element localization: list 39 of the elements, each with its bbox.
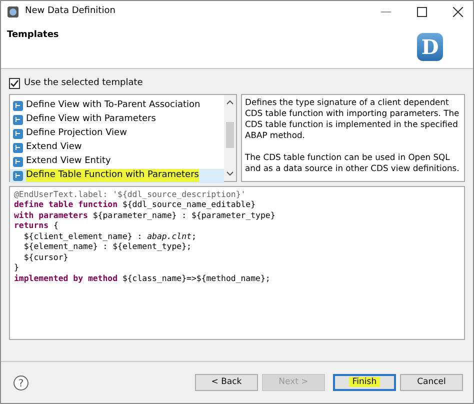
scrollbar[interactable] [224, 94, 236, 180]
wizard-button[interactable]: Finish [333, 374, 396, 391]
app-icon [7, 6, 19, 18]
template-icon [13, 128, 23, 138]
page-title: Templates [7, 29, 59, 42]
template-icon [13, 142, 23, 152]
template-item[interactable]: Define View with To-Parent Association [10, 98, 224, 112]
wizard-button[interactable]: Cancel [400, 374, 463, 391]
code-line: } [14, 262, 20, 272]
template-item[interactable]: Define Table Function with Parameters [10, 168, 224, 182]
template-icon [13, 170, 23, 180]
help-icon[interactable]: ? [13, 374, 29, 390]
code-line: implemented by method ${class_name}=>${method_name}; [14, 272, 272, 283]
code-line: with parameters ${parameter_name} : ${parameter_type} [14, 210, 276, 220]
code-line: @EndUserText.label: '${ddl_source_description}' [14, 188, 247, 199]
maximize-icon[interactable] [417, 7, 427, 17]
checkbox-label: Use the selected template [24, 77, 143, 90]
scroll-up-icon[interactable] [226, 98, 234, 106]
use-template-checkbox[interactable] [9, 78, 20, 90]
template-item[interactable]: Define Projection View [10, 126, 224, 140]
code-line: ${cursor} [22, 252, 70, 262]
code-line: returns { [14, 220, 60, 230]
template-item[interactable]: Define View with Parameters [10, 112, 224, 126]
logo-icon: D [417, 33, 443, 61]
code-line: ${element_name} : ${element_type}; [22, 241, 192, 252]
scroll-down-icon[interactable] [226, 170, 234, 178]
template-icon [13, 100, 23, 110]
description-text: The CDS table function can be used in Open SQL and as a data source in other CDS view definitions. [245, 152, 460, 174]
description-text: Defines the type signature of a client dependent CDS table function with importing parameters. The CDS table function is implemented in the specified ABAP method. [245, 96, 460, 140]
close-icon[interactable] [453, 7, 463, 17]
window-title: New Data Definition [25, 5, 116, 18]
template-icon [13, 114, 23, 124]
code-line: ${client_element_name} : abap.clnt; [22, 230, 198, 241]
template-icon [13, 156, 23, 166]
scroll-thumb[interactable] [226, 122, 234, 148]
code-line: define table function ${ddl_source_name_editable} [14, 199, 257, 210]
template-item[interactable]: Extend View [10, 140, 224, 154]
template-item[interactable]: Extend View Entity [10, 154, 224, 168]
wizard-button[interactable]: < Back [195, 374, 258, 391]
